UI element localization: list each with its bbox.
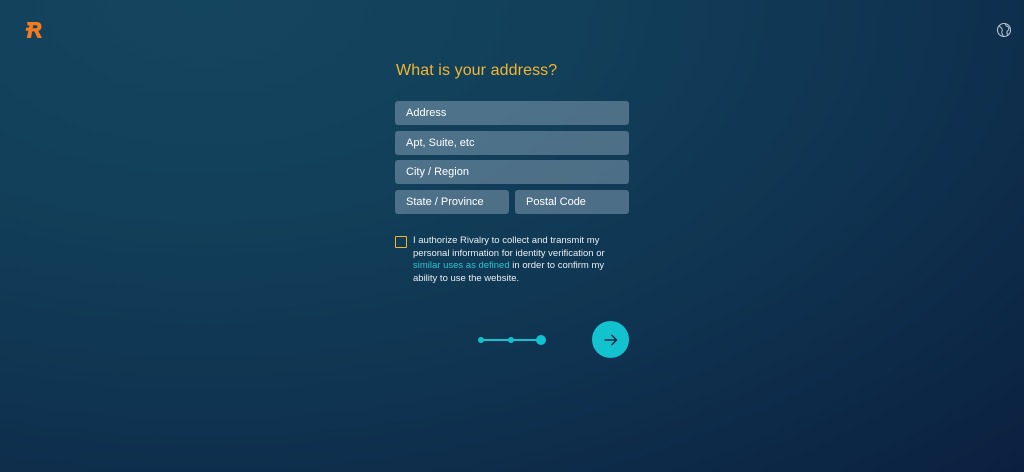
globe-icon[interactable] (996, 22, 1012, 38)
next-button[interactable] (592, 321, 629, 358)
address-input[interactable] (395, 101, 629, 125)
step-dot-2 (508, 337, 514, 343)
arrow-right-icon (603, 334, 617, 345)
state-province-input[interactable] (395, 189, 509, 214)
consent-text: I authorize Rivalry to collect and trans… (413, 235, 609, 285)
state-postal-row (395, 189, 629, 220)
similar-uses-link[interactable]: similar uses as defined (413, 260, 510, 271)
address-form: What is your address? I authorize Rivalr… (395, 60, 629, 285)
rivalry-logo-icon[interactable] (24, 20, 44, 40)
progress-stepper (478, 335, 546, 345)
step-dot-3-current (536, 335, 546, 345)
city-region-input[interactable] (395, 160, 629, 184)
consent-row: I authorize Rivalry to collect and trans… (395, 235, 629, 285)
step-dot-1 (478, 337, 484, 343)
consent-checkbox[interactable] (395, 236, 407, 248)
page-title: What is your address? (396, 62, 558, 79)
postal-code-input[interactable] (515, 189, 629, 214)
apt-suite-input[interactable] (395, 130, 629, 155)
consent-text-before: I authorize Rivalry to collect and trans… (413, 235, 605, 259)
